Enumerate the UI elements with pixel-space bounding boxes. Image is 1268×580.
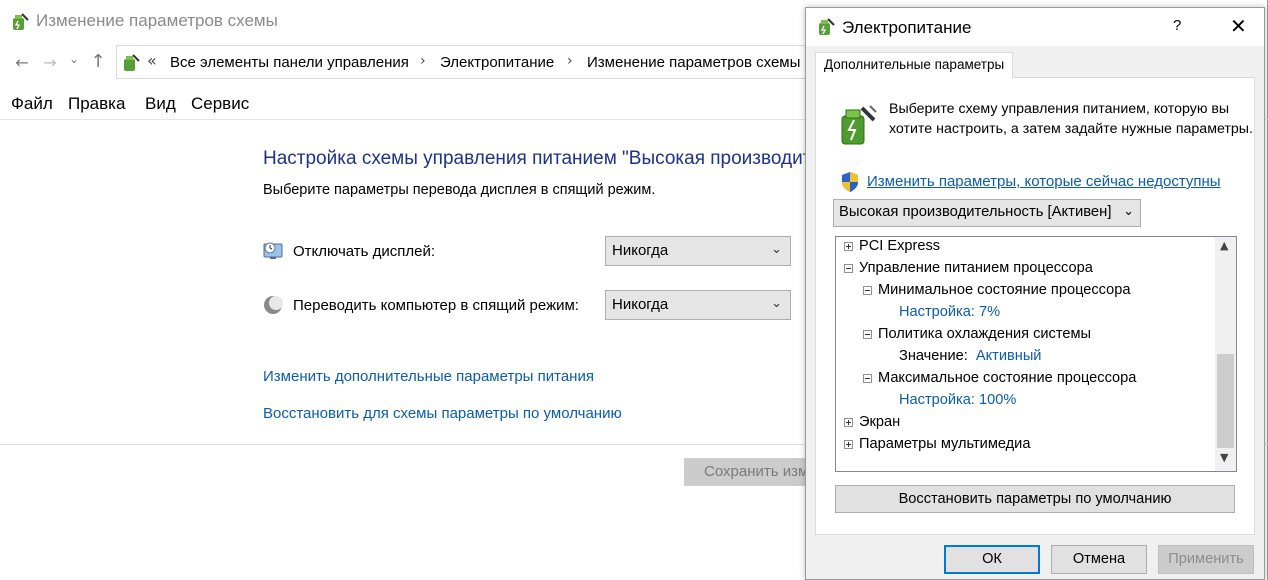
sleep-label: Переводить компьютер в спящий режим:	[293, 297, 579, 314]
breadcrumb-separator[interactable]: ›	[420, 53, 426, 69]
settings-tree[interactable]: PCI Express Управление питанием процессо…	[835, 236, 1237, 472]
power-options-dialog: Электропитание ? ✕ Дополнительные параме…	[805, 7, 1265, 580]
scroll-down-icon[interactable]: ▼	[1220, 451, 1228, 464]
tree-item-cooling-policy[interactable]: Политика охлаждения системы	[863, 326, 1091, 348]
tree-value-max-cpu[interactable]: Настройка: 100%	[899, 392, 1016, 414]
power-options-icon	[13, 13, 29, 30]
scrollbar-thumb[interactable]	[1217, 354, 1234, 448]
advanced-settings-panel: Выберите схему управления питанием, кото…	[815, 77, 1255, 535]
address-bar[interactable]: « Все элементы панели управления › Элект…	[116, 45, 816, 79]
sleep-moon-icon	[264, 296, 283, 314]
tree-value-cooling[interactable]: Значение: Активный	[899, 348, 1041, 370]
up-arrow-icon[interactable]: ↑	[88, 51, 108, 72]
sleep-value: Никогда	[612, 296, 669, 313]
menu-file[interactable]: Файл	[11, 94, 53, 114]
display-off-value: Никогда	[612, 242, 669, 259]
tree-item-label: PCI Express	[859, 238, 941, 254]
back-arrow-icon[interactable]: ←	[12, 53, 32, 72]
expand-plus-icon[interactable]	[844, 439, 853, 449]
forward-arrow-icon[interactable]: →	[40, 53, 60, 72]
intro-text: Выберите схему управления питанием, кото…	[889, 101, 1253, 137]
display-off-label: Отключать дисплей:	[293, 243, 436, 260]
restore-defaults-link[interactable]: Восстановить для схемы параметры по умол…	[263, 405, 622, 422]
setting-label: Настройка:	[899, 392, 975, 408]
min-cpu-value[interactable]: 7%	[979, 304, 1000, 320]
breadcrumb-control-panel[interactable]: Все элементы панели управления	[170, 54, 409, 71]
value-label: Значение:	[899, 348, 968, 364]
page-title: Настройка схемы управления питанием "Выс…	[263, 148, 899, 169]
tree-item-cpu-power[interactable]: Управление питанием процессора	[844, 260, 1093, 282]
breadcrumb-edit-plan[interactable]: Изменение параметров схемы	[587, 54, 800, 71]
uac-shield-icon	[842, 172, 858, 192]
save-changes-button[interactable]: Сохранить изменения	[684, 458, 824, 486]
dialog-title: Электропитание	[842, 18, 972, 37]
tree-item-multimedia[interactable]: Параметры мультимедиа	[844, 436, 1030, 458]
advanced-settings-link[interactable]: Изменить дополнительные параметры питани…	[263, 368, 594, 385]
tree-item-display[interactable]: Экран	[844, 414, 900, 436]
chevron-down-icon: ⌄	[1123, 203, 1134, 218]
battery-plug-icon	[841, 105, 877, 145]
breadcrumb-power-options[interactable]: Электропитание	[440, 54, 554, 71]
tree-scrollbar[interactable]: ▲ ▼	[1215, 237, 1236, 471]
window-title: Изменение параметров схемы	[36, 11, 278, 30]
chevron-down-icon: ⌄	[771, 241, 782, 256]
max-cpu-value[interactable]: 100%	[979, 392, 1016, 408]
page-subtitle: Выберите параметры перевода дисплея в сп…	[263, 182, 656, 198]
breadcrumb-separator[interactable]: ›	[567, 53, 573, 69]
cooling-value[interactable]: Активный	[976, 348, 1042, 364]
menu-view[interactable]: Вид	[145, 94, 176, 114]
recent-locations-chevron-icon[interactable]: ⌄	[64, 52, 84, 66]
collapse-minus-icon[interactable]	[863, 373, 872, 383]
apply-button[interactable]: Применить	[1158, 545, 1254, 574]
help-button[interactable]: ?	[1173, 17, 1181, 34]
tree-item-min-cpu-state[interactable]: Минимальное состояние процессора	[863, 282, 1130, 304]
collapse-minus-icon[interactable]	[844, 263, 853, 273]
scroll-up-icon[interactable]: ▲	[1220, 239, 1228, 252]
display-clock-icon	[263, 242, 283, 259]
tree-value-min-cpu[interactable]: Настройка: 7%	[899, 304, 1000, 326]
change-unavailable-settings-link[interactable]: Изменить параметры, которые сейчас недос…	[867, 173, 1221, 190]
tree-item-label: Политика охлаждения системы	[878, 326, 1092, 342]
power-scheme-value: Высокая производительность [Активен]	[839, 204, 1112, 220]
chevron-down-icon: ⌄	[771, 295, 782, 310]
menu-edit[interactable]: Правка	[68, 94, 125, 114]
collapse-minus-icon[interactable]	[863, 285, 872, 295]
sleep-select[interactable]: Никогда ⌄	[605, 290, 791, 320]
tree-item-max-cpu-state[interactable]: Максимальное состояние процессора	[863, 370, 1136, 392]
power-options-address-icon	[124, 54, 140, 71]
breadcrumb-overflow[interactable]: «	[147, 51, 157, 70]
ok-button[interactable]: ОК	[944, 545, 1040, 574]
collapse-minus-icon[interactable]	[863, 329, 872, 339]
dialog-titlebar: Электропитание ? ✕	[806, 8, 1264, 46]
expand-plus-icon[interactable]	[844, 417, 853, 427]
tree-item-pci-express[interactable]: PCI Express	[844, 238, 940, 260]
tree-item-label: Параметры мультимедиа	[859, 436, 1031, 452]
power-scheme-select[interactable]: Высокая производительность [Активен] ⌄	[833, 199, 1141, 227]
cancel-button[interactable]: Отмена	[1051, 545, 1147, 574]
tab-advanced-settings[interactable]: Дополнительные параметры	[815, 52, 1014, 78]
tree-item-label: Минимальное состояние процессора	[878, 282, 1131, 298]
restore-defaults-button[interactable]: Восстановить параметры по умолчанию	[835, 485, 1235, 513]
setting-label: Настройка:	[899, 304, 975, 320]
tree-item-label: Управление питанием процессора	[859, 260, 1093, 276]
menu-tools[interactable]: Сервис	[191, 94, 249, 114]
tree-item-label: Максимальное состояние процессора	[878, 370, 1137, 386]
close-icon[interactable]: ✕	[1230, 14, 1247, 38]
power-options-icon	[819, 18, 835, 35]
display-off-select[interactable]: Никогда ⌄	[605, 236, 791, 266]
tree-item-label: Экран	[859, 414, 901, 430]
expand-plus-icon[interactable]	[844, 241, 853, 251]
